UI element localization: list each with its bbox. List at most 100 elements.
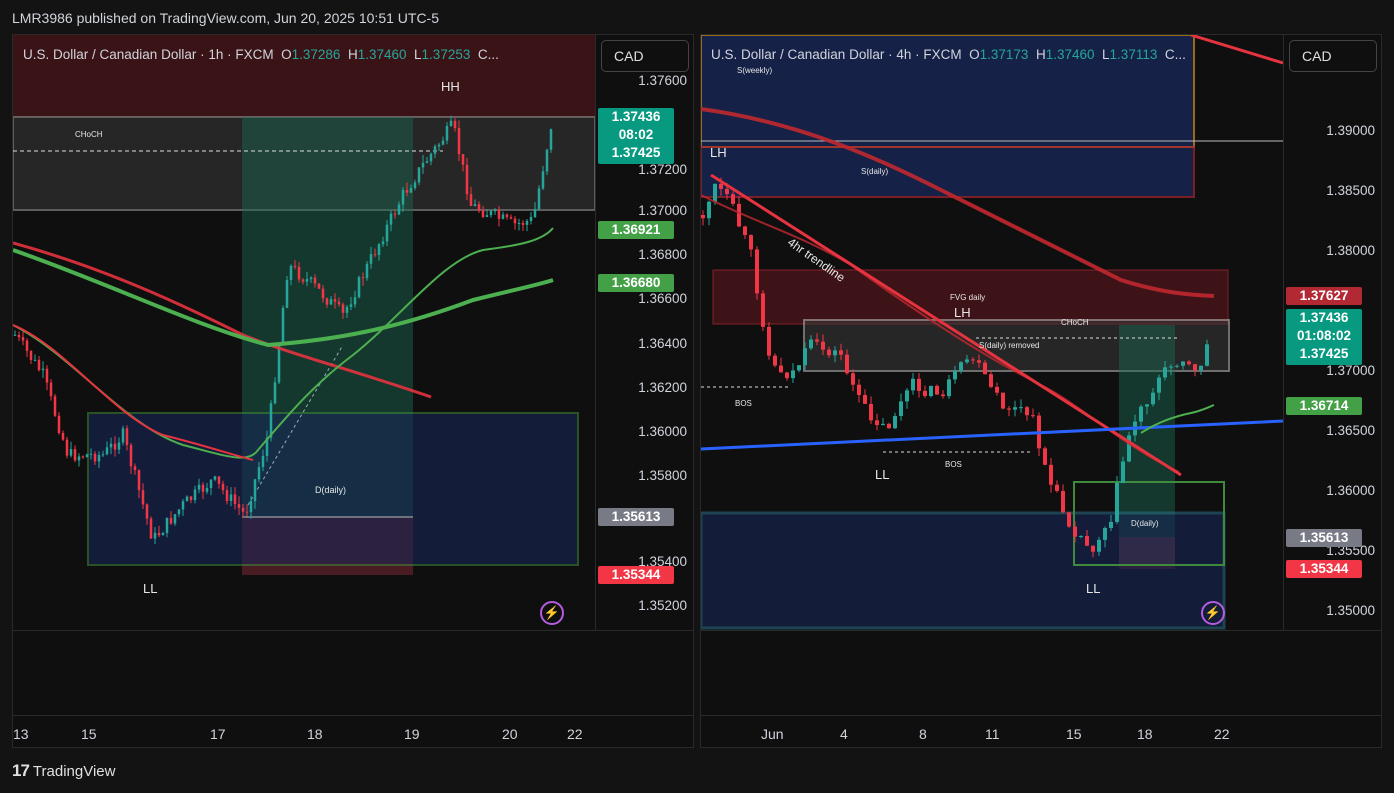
candle-body [1097, 539, 1101, 552]
candle-body [173, 514, 177, 524]
candle-body [1145, 404, 1149, 407]
candle-body [33, 359, 37, 361]
candle-body [1175, 365, 1179, 367]
ma-red-tag: 1.37627 [1286, 287, 1362, 305]
candle-body [13, 334, 17, 336]
candle-body [1073, 526, 1077, 537]
time-axis-4h[interactable]: Jun 4 8 11 15 18 22 [701, 715, 1381, 747]
currency-button[interactable]: CAD [601, 40, 689, 72]
candle-body [237, 504, 241, 508]
candle-body [221, 483, 225, 491]
candle-body [357, 277, 361, 298]
candle-body [1151, 392, 1155, 405]
candle-body [365, 263, 369, 279]
hh-label: HH [441, 79, 460, 94]
candle-body [177, 509, 181, 515]
candle-body [213, 476, 217, 480]
lower-pane [13, 630, 693, 715]
candle-body [863, 395, 867, 404]
x-tick: 18 [1137, 726, 1153, 742]
candle-body [321, 288, 325, 299]
high-value: 1.37460 [1045, 47, 1095, 62]
candle-body [209, 479, 213, 489]
y-tick: 1.39000 [1326, 123, 1375, 138]
candle-body [293, 265, 297, 267]
candle-body [93, 453, 97, 462]
bolt-icon[interactable]: ⚡ [540, 601, 564, 625]
candle-body [785, 372, 789, 379]
candle-body [193, 489, 197, 501]
candle-body [1109, 521, 1113, 529]
candle-body [917, 378, 921, 391]
candle-body [1001, 392, 1005, 409]
ma-green-tag: 1.36714 [1286, 397, 1362, 415]
candle-body [1181, 361, 1185, 366]
price-axis-1h[interactable]: 1.37600 1.37200 1.37000 1.36800 1.36600 … [595, 35, 693, 630]
candle-body [41, 368, 45, 371]
tradingview-logo[interactable]: 17 TradingView [12, 761, 115, 781]
candle-body [905, 390, 909, 402]
candle-body [317, 283, 321, 289]
symbol-title[interactable]: U.S. Dollar / Canadian Dollar · 4h · FXC… [711, 47, 962, 62]
candle-body [521, 222, 525, 225]
y-tick: 1.37000 [1326, 363, 1375, 378]
candle-body [713, 183, 717, 202]
candle-body [437, 144, 441, 147]
last-price-tag: 1.37436 01:08:02 1.37425 [1286, 309, 1362, 365]
candle-body [485, 215, 489, 217]
bar-countdown: 08:02 [618, 127, 654, 142]
price-plot-4h[interactable] [701, 35, 1283, 630]
time-axis-1h[interactable]: 13 15 17 18 19 20 22 [13, 715, 693, 747]
candle-body [25, 340, 29, 351]
candle-body [1019, 407, 1023, 409]
candle-body [929, 385, 933, 397]
candle-body [69, 449, 73, 456]
candle-body [707, 201, 711, 219]
chart-panel-4h[interactable]: U.S. Dollar / Canadian Dollar · 4h · FXC… [700, 34, 1382, 748]
currency-button[interactable]: CAD [1289, 40, 1377, 72]
candle-body [1103, 528, 1107, 540]
bolt-icon[interactable]: ⚡ [1201, 601, 1225, 625]
candle-body [389, 213, 393, 225]
candle-body [433, 146, 437, 154]
ll-label-1: LL [875, 467, 890, 482]
candle-body [893, 416, 897, 429]
x-tick: 19 [404, 726, 420, 742]
open-label: O [281, 47, 292, 62]
low-label: L [1102, 47, 1110, 62]
candle-body [719, 183, 723, 189]
candle-body [85, 454, 89, 458]
price-axis-4h[interactable]: 1.39000 1.38500 1.38000 1.37000 1.36500 … [1283, 35, 1381, 630]
candle-body [797, 365, 801, 371]
candle-body [401, 189, 405, 205]
open-value: 1.37173 [979, 47, 1029, 62]
last-price-tag: 1.37436 08:02 1.37425 [598, 108, 674, 164]
candle-body [57, 415, 61, 433]
candle-body [845, 354, 849, 374]
candle-body [377, 244, 381, 256]
candle-body [457, 128, 461, 155]
chart-panel-1h[interactable]: U.S. Dollar / Canadian Dollar · 1h · FXC… [12, 34, 694, 748]
candle-body [65, 439, 69, 456]
s-weekly-label: S(weekly) [737, 66, 773, 75]
candle-body [29, 350, 33, 361]
x-tick: 20 [502, 726, 518, 742]
y-tick: 1.36400 [638, 336, 687, 351]
close-label: C... [1164, 47, 1186, 62]
candle-body [1157, 377, 1161, 393]
candle-body [125, 428, 129, 446]
symbol-title[interactable]: U.S. Dollar / Canadian Dollar · 1h · FXC… [23, 47, 274, 62]
candle-body [53, 396, 57, 416]
close-label: C... [477, 47, 499, 62]
candle-body [21, 337, 25, 341]
candle-body [537, 188, 541, 209]
candle-body [229, 494, 233, 501]
y-tick: 1.37600 [638, 73, 687, 88]
candle-body [109, 443, 113, 448]
s-daily-label: S(daily) [861, 167, 889, 176]
candle-body [857, 384, 861, 396]
candle-body [851, 373, 855, 385]
price-plot-1h[interactable] [13, 35, 595, 630]
ll-label-2: LL [1086, 581, 1101, 596]
candle-body [121, 428, 125, 443]
